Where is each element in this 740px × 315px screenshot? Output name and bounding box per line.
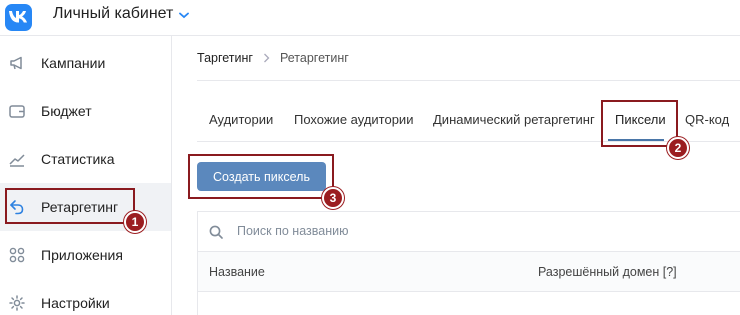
top-bar: Личный кабинет [0,0,740,36]
column-header-name[interactable]: Название [209,265,265,279]
table-header: Название Разрешённый домен [?] [198,252,740,292]
cabinet-title: Личный кабинет [53,5,174,22]
chevron-down-icon [179,12,190,18]
tab-lookalike-audiences[interactable]: Похожие аудитории [294,112,413,127]
annotation-highlight-create-button [188,154,334,199]
breadcrumb-item-retargeting: Ретаргетинг [279,51,349,65]
chart-icon [9,154,25,167]
sidebar-item-label: Приложения [41,247,123,263]
sidebar-item-apps[interactable]: Приложения [0,231,171,279]
annotation-highlight-retargeting [5,188,135,224]
sidebar-item-label: Бюджет [41,103,92,119]
annotation-badge-1: 1 [124,211,146,233]
gear-icon [9,295,25,311]
annotation-badge-3: 3 [322,187,344,209]
chevron-right-icon [264,53,270,63]
page-root: Личный кабинет Кампании Бюджет Статистик… [0,0,740,315]
wallet-icon [9,105,25,118]
search-bar[interactable]: Поиск по названию [198,212,740,252]
sidebar-item-settings[interactable]: Настройки [0,279,171,315]
apps-icon [9,247,25,263]
tab-audiences[interactable]: Аудитории [209,112,273,127]
sidebar-item-campaigns[interactable]: Кампании [0,39,171,87]
annotation-badge-2: 2 [667,137,689,159]
annotation-highlight-pixels-tab [601,100,678,147]
sidebar-item-label: Кампании [41,55,106,71]
tab-dynamic-retargeting[interactable]: Динамический ретаргетинг [433,112,595,127]
divider [197,80,740,81]
sidebar: Кампании Бюджет Статистика Ретаргетинг П… [0,36,172,315]
breadcrumb: Таргетинг Ретаргетинг [197,51,349,65]
tab-qr-code[interactable]: QR-код [685,112,729,127]
pixels-table: Поиск по названию Название Разрешённый д… [197,211,740,315]
sidebar-item-label: Настройки [41,295,110,311]
sidebar-item-budget[interactable]: Бюджет [0,87,171,135]
sidebar-item-label: Статистика [41,151,115,167]
megaphone-icon [10,56,22,70]
column-header-domain[interactable]: Разрешённый домен [?] [538,265,677,279]
vk-logo-icon[interactable] [5,4,32,31]
search-input[interactable]: Поиск по названию [237,224,348,238]
sidebar-item-statistics[interactable]: Статистика [0,135,171,183]
cabinet-switcher[interactable]: Личный кабинет [53,5,190,23]
search-icon [209,225,223,239]
breadcrumb-item-targeting[interactable]: Таргетинг [197,51,253,65]
